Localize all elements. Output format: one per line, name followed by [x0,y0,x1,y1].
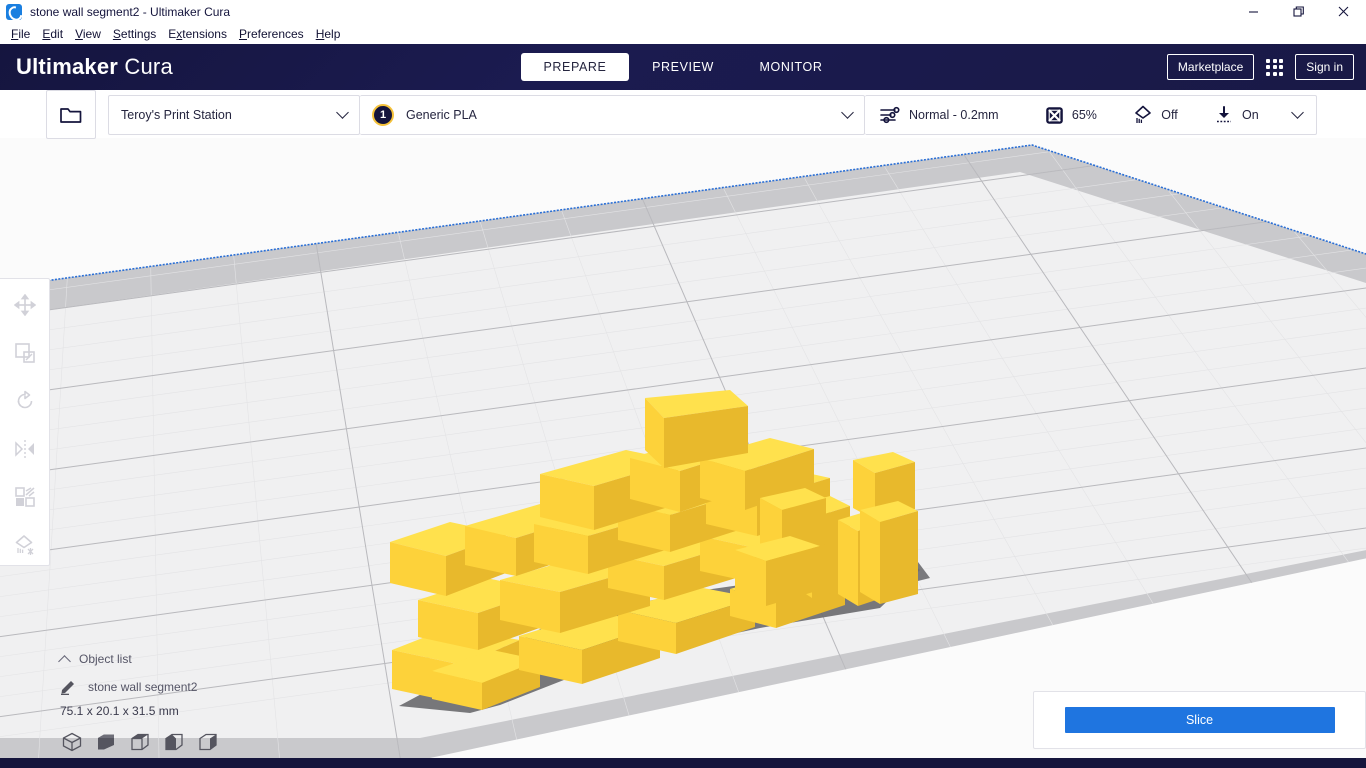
view-3d[interactable] [62,732,82,757]
menu-view-mnemonic: V [75,26,83,41]
window-title: stone wall segment2 - Ultimaker Cura [30,4,231,19]
title-bar: stone wall segment2 - Ultimaker Cura [0,0,1366,23]
infill-setting: 65% [1045,106,1097,125]
menu-view-rest: iew [82,26,101,41]
menu-settings-rest: ettings [120,26,157,41]
menu-item-extensions[interactable]: Extensions [162,27,233,41]
view-right[interactable] [198,732,218,757]
maximize-icon[interactable] [1276,0,1321,23]
rotate-tool[interactable] [11,387,39,415]
view-top-icon [131,733,149,751]
view-front[interactable] [96,732,116,757]
menu-file-rest: ile [18,26,31,41]
tab-prepare[interactable]: PREPARE [521,53,629,81]
apps-grid-icon[interactable] [1266,58,1284,76]
material-name: Generic PLA [406,108,477,122]
menu-preferences-mnemonic: P [238,26,247,41]
mirror-tool[interactable] [11,435,39,463]
object-list-title: Object list [79,652,132,666]
object-list-header[interactable]: Object list [58,648,360,670]
cura-application-window: stone wall segment2 - Ultimaker Cura Fil… [0,0,1366,768]
view-left[interactable] [164,732,184,757]
menu-item-view[interactable]: View [69,27,107,41]
mirror-icon [14,440,34,458]
profile-name: Normal - 0.2mm [909,108,999,122]
stage-tabs: PREPARE PREVIEW MONITOR [521,53,845,81]
print-settings-selector[interactable]: Normal - 0.2mm 65% Off On [865,95,1317,135]
configuration-bar: Teroy's Print Station 1 Generic PLA Norm… [0,90,1366,142]
tab-preview[interactable]: PREVIEW [629,53,737,81]
adhesion-setting: On [1214,105,1259,125]
close-icon[interactable] [1321,0,1366,23]
tool-panel [0,278,50,566]
support-icon [1135,105,1152,123]
marketplace-button[interactable]: Marketplace [1166,54,1255,80]
action-panel: Slice [1033,691,1366,749]
slice-button[interactable]: Slice [1064,707,1335,733]
menu-settings-mnemonic: S [112,26,121,41]
open-file-button[interactable] [46,90,96,139]
view-front-icon [98,734,114,750]
logo-cura: Cura [124,54,173,79]
camera-view-buttons [62,732,218,757]
view-right-icon [199,733,217,751]
logo-ultimaker: Ultimaker [16,54,119,79]
support-value: Off [1161,108,1178,122]
per-model-settings-tool[interactable] [11,483,39,511]
status-bar [0,758,1366,768]
menu-item-edit[interactable]: Edit [36,27,69,41]
app-logo: Ultimaker Cura [16,54,173,80]
menu-item-preferences[interactable]: Preferences [233,27,310,41]
menu-help-rest: elp [324,26,341,41]
tab-monitor[interactable]: MONITOR [737,53,845,81]
infill-value: 65% [1071,108,1097,122]
sign-in-button[interactable]: Sign in [1295,54,1354,80]
object-list-panel: Object list stone wall segment2 75.1 x 2… [58,648,360,718]
per-model-settings-icon [14,487,35,507]
profile-quality: Normal - 0.2mm [879,106,999,124]
support-setting: Off [1133,105,1178,125]
menu-preferences-rest: references [246,26,304,41]
infill-icon [1046,106,1063,124]
object-list-item[interactable]: stone wall segment2 [60,676,360,698]
object-name: stone wall segment2 [88,680,198,694]
printer-selector[interactable]: Teroy's Print Station [108,95,360,135]
menu-item-settings[interactable]: Settings [107,27,162,41]
menu-edit-rest: dit [50,26,64,41]
folder-open-icon [60,107,82,123]
view-3d-icon [62,732,82,752]
view-top[interactable] [130,732,150,757]
print-settings-sliders-icon [880,106,900,124]
rotate-icon [17,390,32,409]
adhesion-value: On [1241,108,1259,122]
menu-extensions-rest: tensions [182,26,227,41]
chevron-up-icon [58,654,71,668]
menu-item-help[interactable]: Help [310,27,347,41]
support-blocker-tool[interactable] [11,531,39,559]
view-left-icon [165,733,183,751]
chevron-down-icon [1291,106,1304,119]
scale-icon [14,343,35,363]
scale-tool[interactable] [11,339,39,367]
extruder-pen-icon [61,681,74,695]
chevron-down-icon [336,106,349,119]
menu-item-file[interactable]: File [5,27,36,41]
move-tool[interactable] [11,291,39,319]
header-actions: Marketplace Sign in [1166,54,1354,80]
extruder-number-badge: 1 [372,104,394,126]
support-blocker-icon [15,535,33,555]
object-dimensions: 75.1 x 20.1 x 31.5 mm [60,704,179,718]
cura-logo-icon [6,3,22,20]
window-controls [1231,0,1366,23]
main-header: Ultimaker Cura PREPARE PREVIEW MONITOR M… [0,44,1366,90]
printer-name: Teroy's Print Station [121,108,232,122]
material-selector[interactable]: 1 Generic PLA [360,95,865,135]
menu-bar: File Edit View Settings Extensions Prefe… [0,23,1366,44]
move-icon [13,294,36,316]
chevron-down-icon [841,106,854,119]
adhesion-icon [1216,106,1231,123]
minimize-icon[interactable] [1231,0,1276,23]
